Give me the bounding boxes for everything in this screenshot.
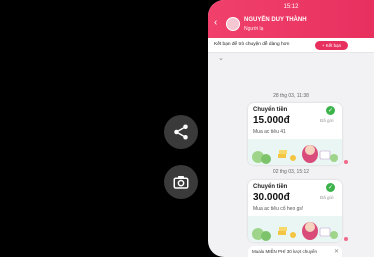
screenshot-button[interactable] [164,165,198,199]
avatar[interactable] [226,17,240,31]
add-friend-bar: Kết bạn để trò chuyện dễ dàng hơn + Kết … [208,38,374,53]
system-message-text: Mualu MIỄN PHÍ 30 lượt chuyển [252,249,317,254]
reaction-dot[interactable] [344,160,348,164]
share-button[interactable] [164,115,198,149]
add-friend-icon: + [321,43,325,48]
transfer-amount: 15.000đ [253,115,290,126]
transfer-note: Mua ac tiêu 41 [253,129,286,135]
add-friend-button[interactable]: + Kết bạn [315,41,348,50]
transfer-status: Đã gửi [320,195,334,200]
close-icon[interactable]: ✕ [334,248,339,255]
add-friend-text: Kết bạn để trò chuyện dễ dàng hơn [214,42,290,47]
transfer-title: Chuyển tiền [253,107,288,113]
chat-header: 15:12 ‹ NGUYỄN DUY THÀNH Người lạ [208,0,374,38]
transfer-status: Đã gửi [320,118,334,123]
phone-screen: 15:12 ‹ NGUYỄN DUY THÀNH Người lạ Kết bạ… [208,0,374,257]
share-icon [174,124,188,140]
camera-icon [173,176,189,189]
money-transfer-card[interactable]: Chuyển tiền 15.000đ Mua ac tiêu 41 ✓ Đã … [248,103,342,165]
transfer-title: Chuyển tiền [253,184,288,190]
screen-recording-overlay: 15:12 ‹ NGUYỄN DUY THÀNH Người lạ Kết bạ… [0,0,374,257]
chevron-left-icon[interactable]: ‹ [214,18,217,28]
message-timestamp: 02 thg 03, 15:12 [272,169,310,175]
transfer-illustration [248,216,342,242]
chevron-down-icon[interactable]: ⌄ [218,54,224,62]
contact-name: NGUYỄN DUY THÀNH [244,17,307,23]
add-friend-label: Kết bạn [325,43,342,48]
status-time: 15:12 [283,4,299,10]
message-timestamp: 28 thg 03, 11:38 [273,93,309,99]
reaction-dot[interactable] [344,237,348,241]
system-message[interactable]: Mualu MIỄN PHÍ 30 lượt chuyển ✕ [248,246,342,257]
status-bar: 15:12 [208,2,374,12]
contact-subtitle: Người lạ [244,26,264,32]
transfer-amount: 30.000đ [253,192,290,203]
check-icon: ✓ [326,106,335,115]
transfer-illustration [248,139,342,165]
transfer-note: Mua ac tiêu cố heo gs! [253,206,304,212]
money-transfer-card[interactable]: Chuyển tiền 30.000đ Mua ac tiêu cố heo g… [248,180,342,242]
check-icon: ✓ [326,183,335,192]
